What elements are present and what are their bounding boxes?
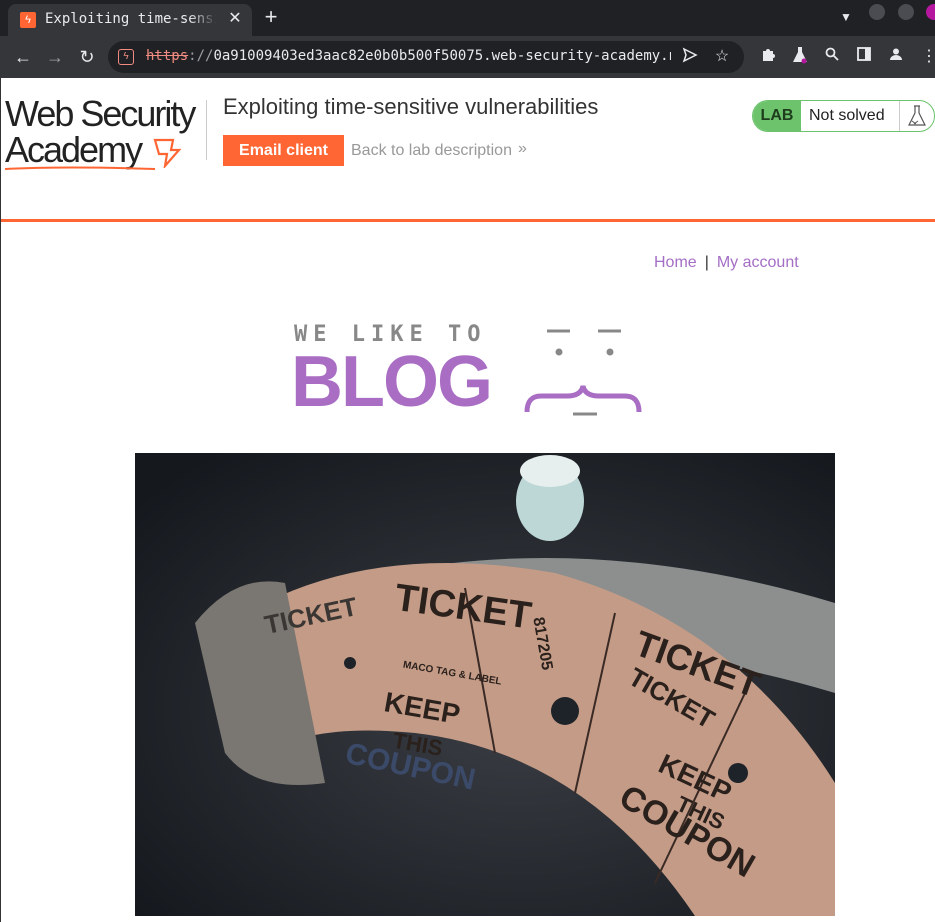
not-secure-icon[interactable]: ϟ bbox=[118, 49, 134, 65]
url-separator: :// bbox=[188, 48, 214, 64]
lab-status-widget: LAB Not solved bbox=[752, 100, 935, 132]
address-bar[interactable]: ϟ https://0a91009403ed3aac82e0b0b500f500… bbox=[108, 41, 744, 73]
status-text: Not solved bbox=[809, 107, 885, 124]
tab-title: Exploiting time-sensitive vulnerabilitie… bbox=[45, 11, 217, 27]
page-content: Web Security Academy Exploiting time-sen… bbox=[0, 78, 935, 922]
back-arrow-icon[interactable]: ← bbox=[12, 46, 34, 68]
back-to-lab-description-link[interactable]: Back to lab description bbox=[351, 142, 512, 160]
email-client-button[interactable]: Email client bbox=[223, 135, 344, 166]
side-panel-icon[interactable] bbox=[853, 46, 875, 68]
new-tab-icon[interactable]: + bbox=[260, 6, 282, 28]
profile-icon[interactable] bbox=[885, 46, 907, 68]
browser-tab-strip: ϟ Exploiting time-sensitive vulnerabilit… bbox=[0, 0, 935, 36]
forward-arrow-icon[interactable]: → bbox=[44, 46, 66, 68]
extensions-puzzle-icon[interactable] bbox=[757, 46, 779, 68]
status-badge: LAB bbox=[753, 101, 801, 131]
bookmark-star-icon[interactable]: ☆ bbox=[712, 47, 732, 67]
send-icon[interactable] bbox=[680, 47, 700, 67]
lab-title: Exploiting time-sensitive vulnerabilitie… bbox=[223, 94, 599, 119]
flask-extension-icon[interactable] bbox=[789, 46, 811, 68]
top-navigation: Home | My account bbox=[654, 254, 799, 272]
search-icon[interactable] bbox=[821, 46, 843, 68]
nav-home-link[interactable]: Home bbox=[654, 254, 697, 271]
logo-underline bbox=[5, 166, 155, 170]
flask-icon bbox=[899, 101, 934, 131]
browser-toolbar: ← → ↻ ϟ https://0a91009403ed3aac82e0b0b5… bbox=[0, 36, 935, 78]
url-scheme: https bbox=[146, 48, 189, 64]
maximize-window-icon[interactable] bbox=[898, 4, 914, 20]
url-host: 0a91009403ed3aac82e0b0b500f50075.web-sec… bbox=[213, 48, 671, 64]
blog-logo: WE LIKE TO BLOG bbox=[291, 318, 651, 418]
nav-my-account-link[interactable]: My account bbox=[717, 254, 799, 271]
url-text[interactable]: https://0a91009403ed3aac82e0b0b500f50075… bbox=[146, 48, 671, 64]
double-chevron-right-icon[interactable]: » bbox=[518, 140, 527, 158]
nav-separator: | bbox=[704, 254, 709, 271]
lightning-favicon-icon: ϟ bbox=[20, 12, 36, 28]
close-window-icon[interactable] bbox=[926, 4, 935, 20]
browser-tab[interactable]: ϟ Exploiting time-sensitive vulnerabilit… bbox=[8, 4, 252, 36]
logo-line1: Web Security bbox=[5, 93, 196, 134]
reload-icon[interactable]: ↻ bbox=[76, 46, 98, 68]
header-divider bbox=[206, 100, 207, 160]
tab-close-icon[interactable]: ✕ bbox=[226, 10, 244, 28]
curly-brace-face-icon bbox=[524, 329, 642, 416]
web-security-academy-logo[interactable]: Web Security Academy bbox=[5, 96, 205, 171]
blog-hero-image: TICKET KEEP THIS COUPON TICKET TICKET KE… bbox=[135, 453, 835, 916]
header-orange-rule bbox=[1, 219, 935, 222]
blog-word: BLOG bbox=[291, 342, 493, 422]
kebab-menu-icon[interactable]: ⋮ bbox=[918, 46, 935, 68]
minimize-window-icon[interactable] bbox=[869, 4, 885, 20]
ticket-roll-photo: TICKET KEEP THIS COUPON TICKET TICKET KE… bbox=[135, 453, 835, 916]
chevron-down-icon[interactable]: ▼ bbox=[837, 8, 855, 26]
lightning-bolt-icon bbox=[153, 138, 182, 168]
